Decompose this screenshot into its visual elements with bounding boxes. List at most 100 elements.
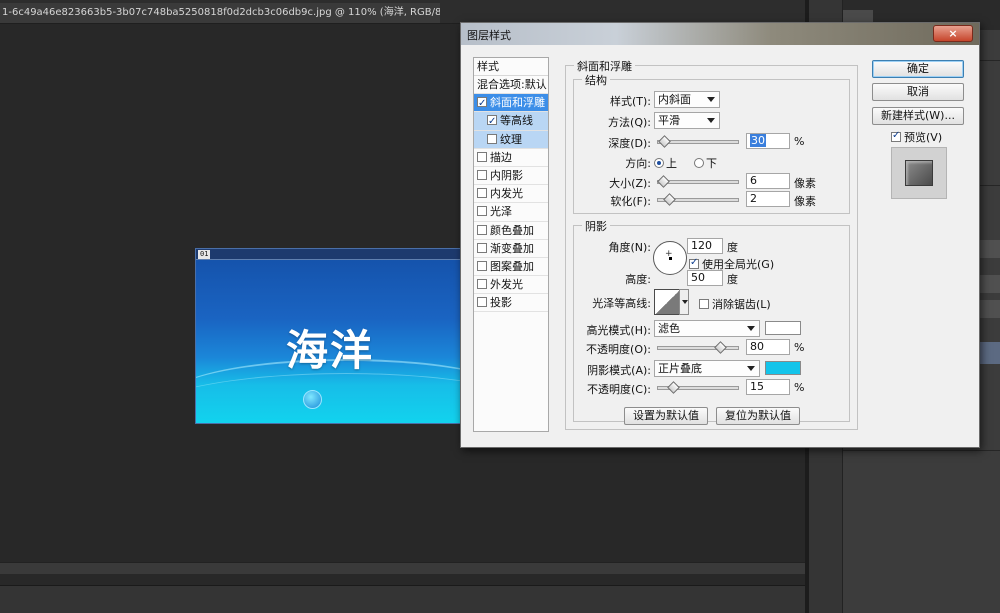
structure-section-title: 结构 [582,72,610,88]
bevel-style-select[interactable]: 内斜面 [654,91,720,108]
layer-badge: 01 [198,250,211,259]
checkbox-unchecked-icon[interactable] [477,279,487,290]
style-item[interactable]: 光泽 [474,203,548,222]
soften-label: 软化(F): [610,195,651,208]
direction-down-radio[interactable]: 下 [694,155,717,171]
ok-button[interactable]: 确定 [872,60,964,78]
checkbox-unchecked-icon[interactable] [477,297,487,308]
styles-list-header[interactable]: 样式 [474,58,548,76]
style-item-label: 渐变叠加 [490,241,534,255]
angle-dial[interactable]: + [653,241,687,275]
antialias-checkbox[interactable]: 消除锯齿(L) [699,296,771,312]
highlight-opacity-label: 不透明度(O): [586,343,651,356]
checkbox-checked-icon[interactable] [487,113,497,130]
shadow-opacity-slider[interactable] [657,381,739,394]
size-unit: 像素 [794,177,816,190]
style-item-label: 描边 [490,150,512,164]
preview-checkbox[interactable]: 预览(V) [891,129,942,145]
image-title-text: 海洋 [285,326,374,375]
style-item[interactable]: 外发光 [474,276,548,295]
panel-row[interactable] [979,275,1000,293]
style-item[interactable]: 纹理 [474,130,548,149]
angle-label: 角度(N): [608,241,651,254]
soften-input[interactable]: 2 [746,191,790,207]
antialias-label: 消除锯齿(L) [712,298,771,311]
checkbox-unchecked-icon[interactable] [477,169,487,180]
style-item[interactable]: 内发光 [474,185,548,204]
checkbox-unchecked-icon[interactable] [477,188,487,199]
highlight-opacity-input[interactable]: 80 [746,339,790,355]
style-item[interactable]: 等高线 [474,112,548,131]
altitude-label: 高度: [625,273,651,286]
highlight-mode-select[interactable]: 滤色 [654,320,760,337]
shadow-mode-label: 阴影模式(A): [587,364,651,377]
style-item[interactable]: 颜色叠加 [474,222,548,240]
style-item[interactable]: 内阴影 [474,167,548,186]
highlight-color-swatch[interactable] [765,321,801,335]
soften-slider[interactable] [657,193,739,206]
angle-input[interactable]: 120 [687,238,723,254]
document-tab[interactable]: 1-6c49a46e823663b5-3b07c748ba5250818f0d2… [0,3,440,23]
panel-row[interactable] [979,300,1000,318]
gloss-contour-dropdown[interactable] [679,289,689,315]
style-item-label: 光泽 [490,205,512,219]
radio-off-icon [694,158,704,168]
layer-style-dialog: 图层样式 × 样式 混合选项:默认斜面和浮雕等高线纹理描边内阴影内发光光泽颜色叠… [460,22,980,448]
dialog-titlebar[interactable]: 图层样式 × [461,23,979,45]
size-slider[interactable] [657,175,739,188]
style-item-label: 斜面和浮雕 [490,96,545,110]
selected-layer-row[interactable] [979,342,1000,364]
size-input[interactable]: 6 [746,173,790,189]
wave-decoration [196,373,464,423]
technique-value: 平滑 [658,114,680,127]
direction-up-radio[interactable]: 上 [654,155,677,171]
style-item[interactable]: 渐变叠加 [474,240,548,258]
highlight-mode-label: 高光模式(H): [586,324,651,337]
document-tab-title: 1-6c49a46e823663b5-3b07c748ba5250818f0d2… [2,7,440,18]
image-canvas[interactable]: 01 海洋 [195,248,465,424]
highlight-opacity-value: 80 [750,340,764,353]
checkbox-unchecked-icon[interactable] [477,206,487,217]
style-item[interactable]: 混合选项:默认 [474,76,548,95]
image-layer-bar [196,249,464,260]
style-item[interactable]: 斜面和浮雕 [474,94,548,113]
depth-slider[interactable] [657,135,739,148]
checkbox-unchecked-icon[interactable] [477,224,487,235]
cancel-button[interactable]: 取消 [872,83,964,101]
altitude-input[interactable]: 50 [687,270,723,286]
shadow-opacity-input[interactable]: 15 [746,379,790,395]
altitude-value: 50 [691,271,705,284]
style-item[interactable]: 描边 [474,149,548,167]
style-item-label: 等高线 [500,114,533,128]
gloss-contour-preview[interactable] [654,289,682,315]
checkbox-unchecked-icon[interactable] [487,133,497,144]
bevel-style-value: 内斜面 [658,93,691,106]
horizontal-scrollbar[interactable] [0,562,805,574]
highlight-mode-value: 滤色 [658,322,680,335]
depth-input[interactable]: 30 [746,133,790,149]
set-default-button[interactable]: 设置为默认值 [624,407,708,425]
technique-select[interactable]: 平滑 [654,112,720,129]
chevron-down-icon [747,326,755,331]
new-style-button[interactable]: 新建样式(W)... [872,107,964,125]
style-item[interactable]: 图案叠加 [474,258,548,277]
reset-default-button[interactable]: 复位为默认值 [716,407,800,425]
highlight-opacity-slider[interactable] [657,341,739,354]
checkbox-checked-icon[interactable] [477,95,487,111]
checkbox-checked-icon [891,130,901,142]
checkbox-unchecked-icon[interactable] [477,242,487,253]
preview-label: 预览(V) [904,131,943,144]
style-item-label: 投影 [490,296,512,310]
style-item-label: 图案叠加 [490,259,534,273]
chevron-down-icon [707,118,715,123]
close-icon[interactable]: × [933,25,973,42]
shadow-color-swatch[interactable] [765,361,801,375]
soften-value: 2 [750,192,757,205]
style-item-label: 混合选项:默认 [477,78,547,91]
style-item-label: 内阴影 [490,168,523,182]
shadow-mode-select[interactable]: 正片叠底 [654,360,760,377]
style-item[interactable]: 投影 [474,294,548,313]
checkbox-unchecked-icon[interactable] [477,260,487,271]
panel-row[interactable] [979,240,1000,258]
checkbox-unchecked-icon[interactable] [477,151,487,162]
